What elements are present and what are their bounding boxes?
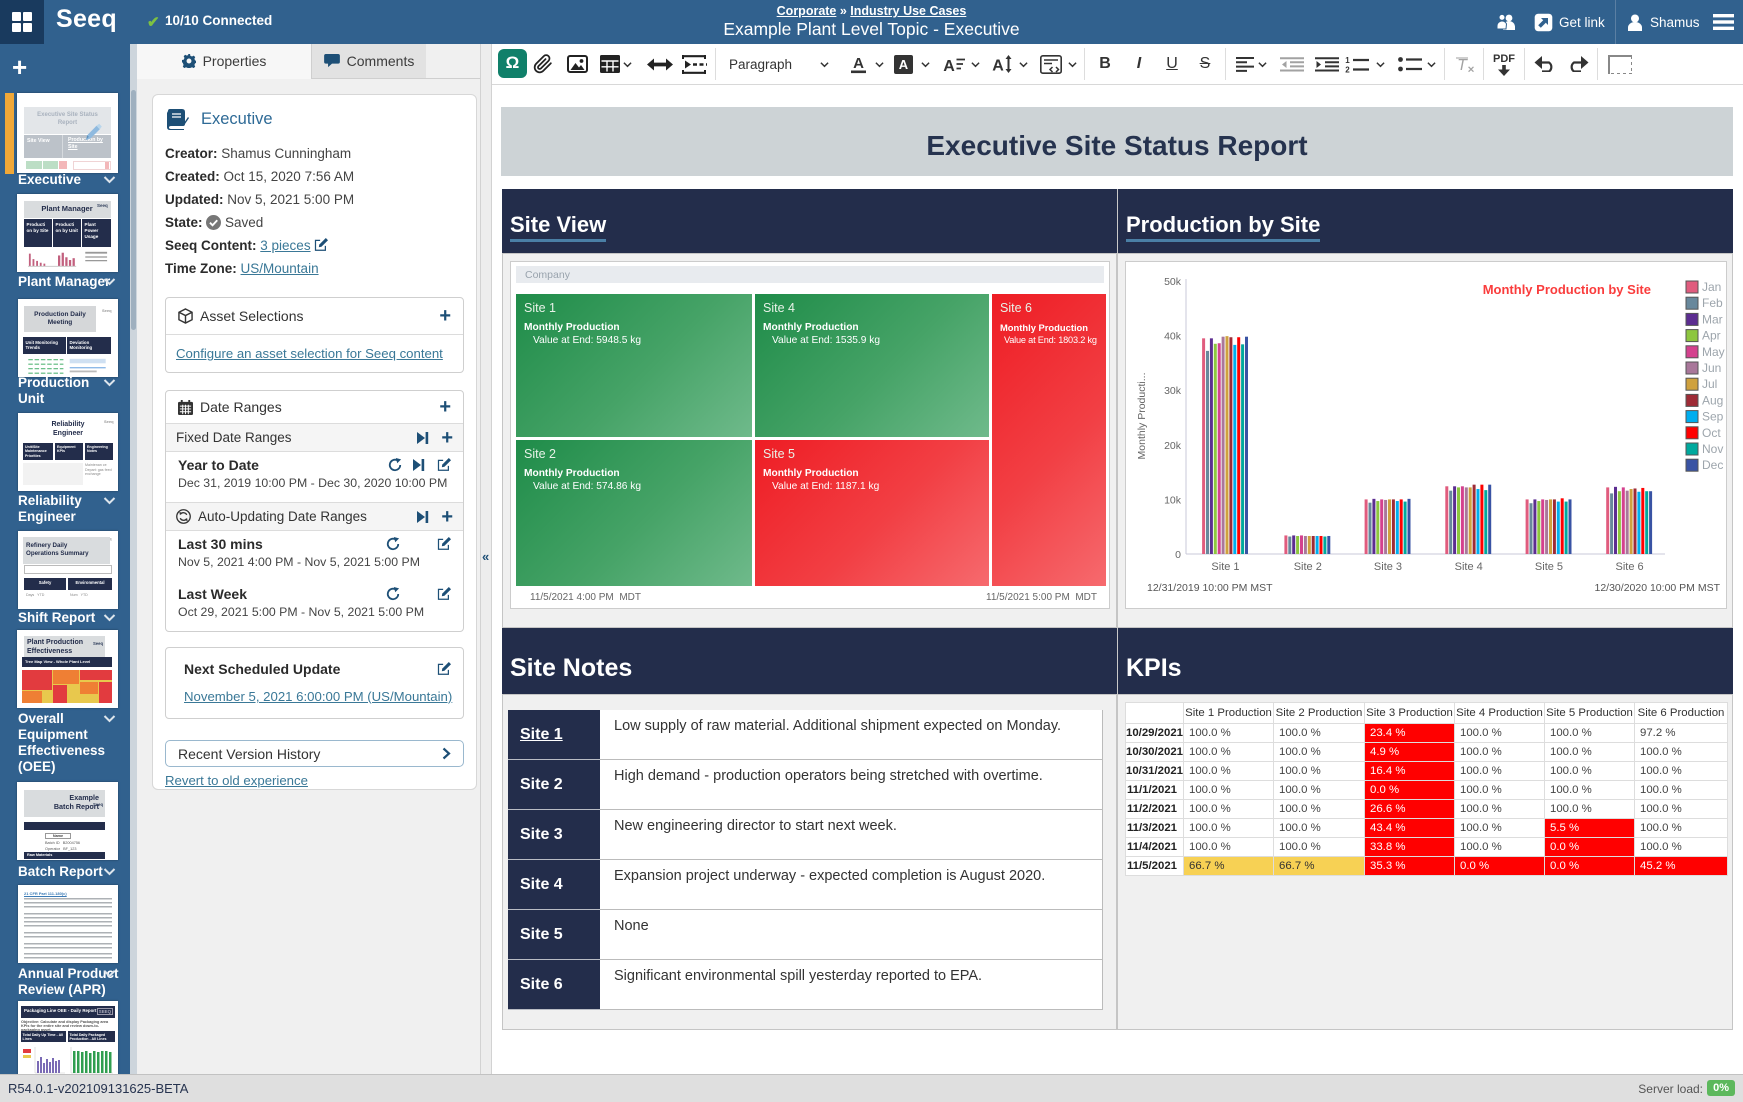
svg-text:Site 4: Site 4 — [1455, 561, 1483, 573]
svg-text:A: A — [943, 58, 955, 73]
svg-text:Site 2: Site 2 — [1294, 561, 1322, 573]
svg-text:Monthly Production by Site: Monthly Production by Site — [1483, 282, 1651, 297]
svg-text:Feb: Feb — [1702, 296, 1723, 310]
svg-text:A: A — [898, 57, 908, 72]
svg-text:Apr: Apr — [1702, 329, 1721, 343]
svg-text:20k: 20k — [1164, 440, 1182, 452]
svg-text:Aug: Aug — [1702, 393, 1723, 407]
svg-text:12/31/2019 10:00 PM MST: 12/31/2019 10:00 PM MST — [1147, 582, 1273, 594]
svg-text:✕: ✕ — [1467, 64, 1475, 73]
svg-text:A: A — [853, 55, 864, 72]
svg-text:Oct: Oct — [1702, 426, 1721, 440]
svg-text:Site 1: Site 1 — [1211, 561, 1239, 573]
svg-text:1: 1 — [1345, 56, 1350, 65]
svg-text:May: May — [1702, 345, 1725, 359]
svg-text:10k: 10k — [1164, 494, 1182, 506]
svg-text:12/30/2020 10:00 PM MST: 12/30/2020 10:00 PM MST — [1595, 582, 1721, 594]
svg-text:Jun: Jun — [1702, 361, 1721, 375]
svg-text:Jul: Jul — [1702, 377, 1717, 391]
svg-text:Mar: Mar — [1702, 312, 1723, 326]
svg-text:Sep: Sep — [1702, 410, 1724, 424]
svg-text:Jan: Jan — [1702, 280, 1721, 294]
svg-text:2: 2 — [1345, 65, 1350, 73]
svg-text:50k: 50k — [1164, 276, 1182, 288]
svg-text:Site 3: Site 3 — [1374, 561, 1402, 573]
svg-text:Monthly Producti...: Monthly Producti... — [1136, 373, 1148, 460]
svg-text:Dec: Dec — [1702, 458, 1723, 472]
svg-text:Site 6: Site 6 — [1616, 561, 1644, 573]
svg-text:Site 5: Site 5 — [1535, 561, 1563, 573]
svg-text:Nov: Nov — [1702, 442, 1723, 456]
svg-text:0: 0 — [1175, 549, 1181, 561]
svg-text:A: A — [992, 58, 1004, 74]
svg-text:30k: 30k — [1164, 385, 1182, 397]
svg-text:40k: 40k — [1164, 331, 1182, 343]
